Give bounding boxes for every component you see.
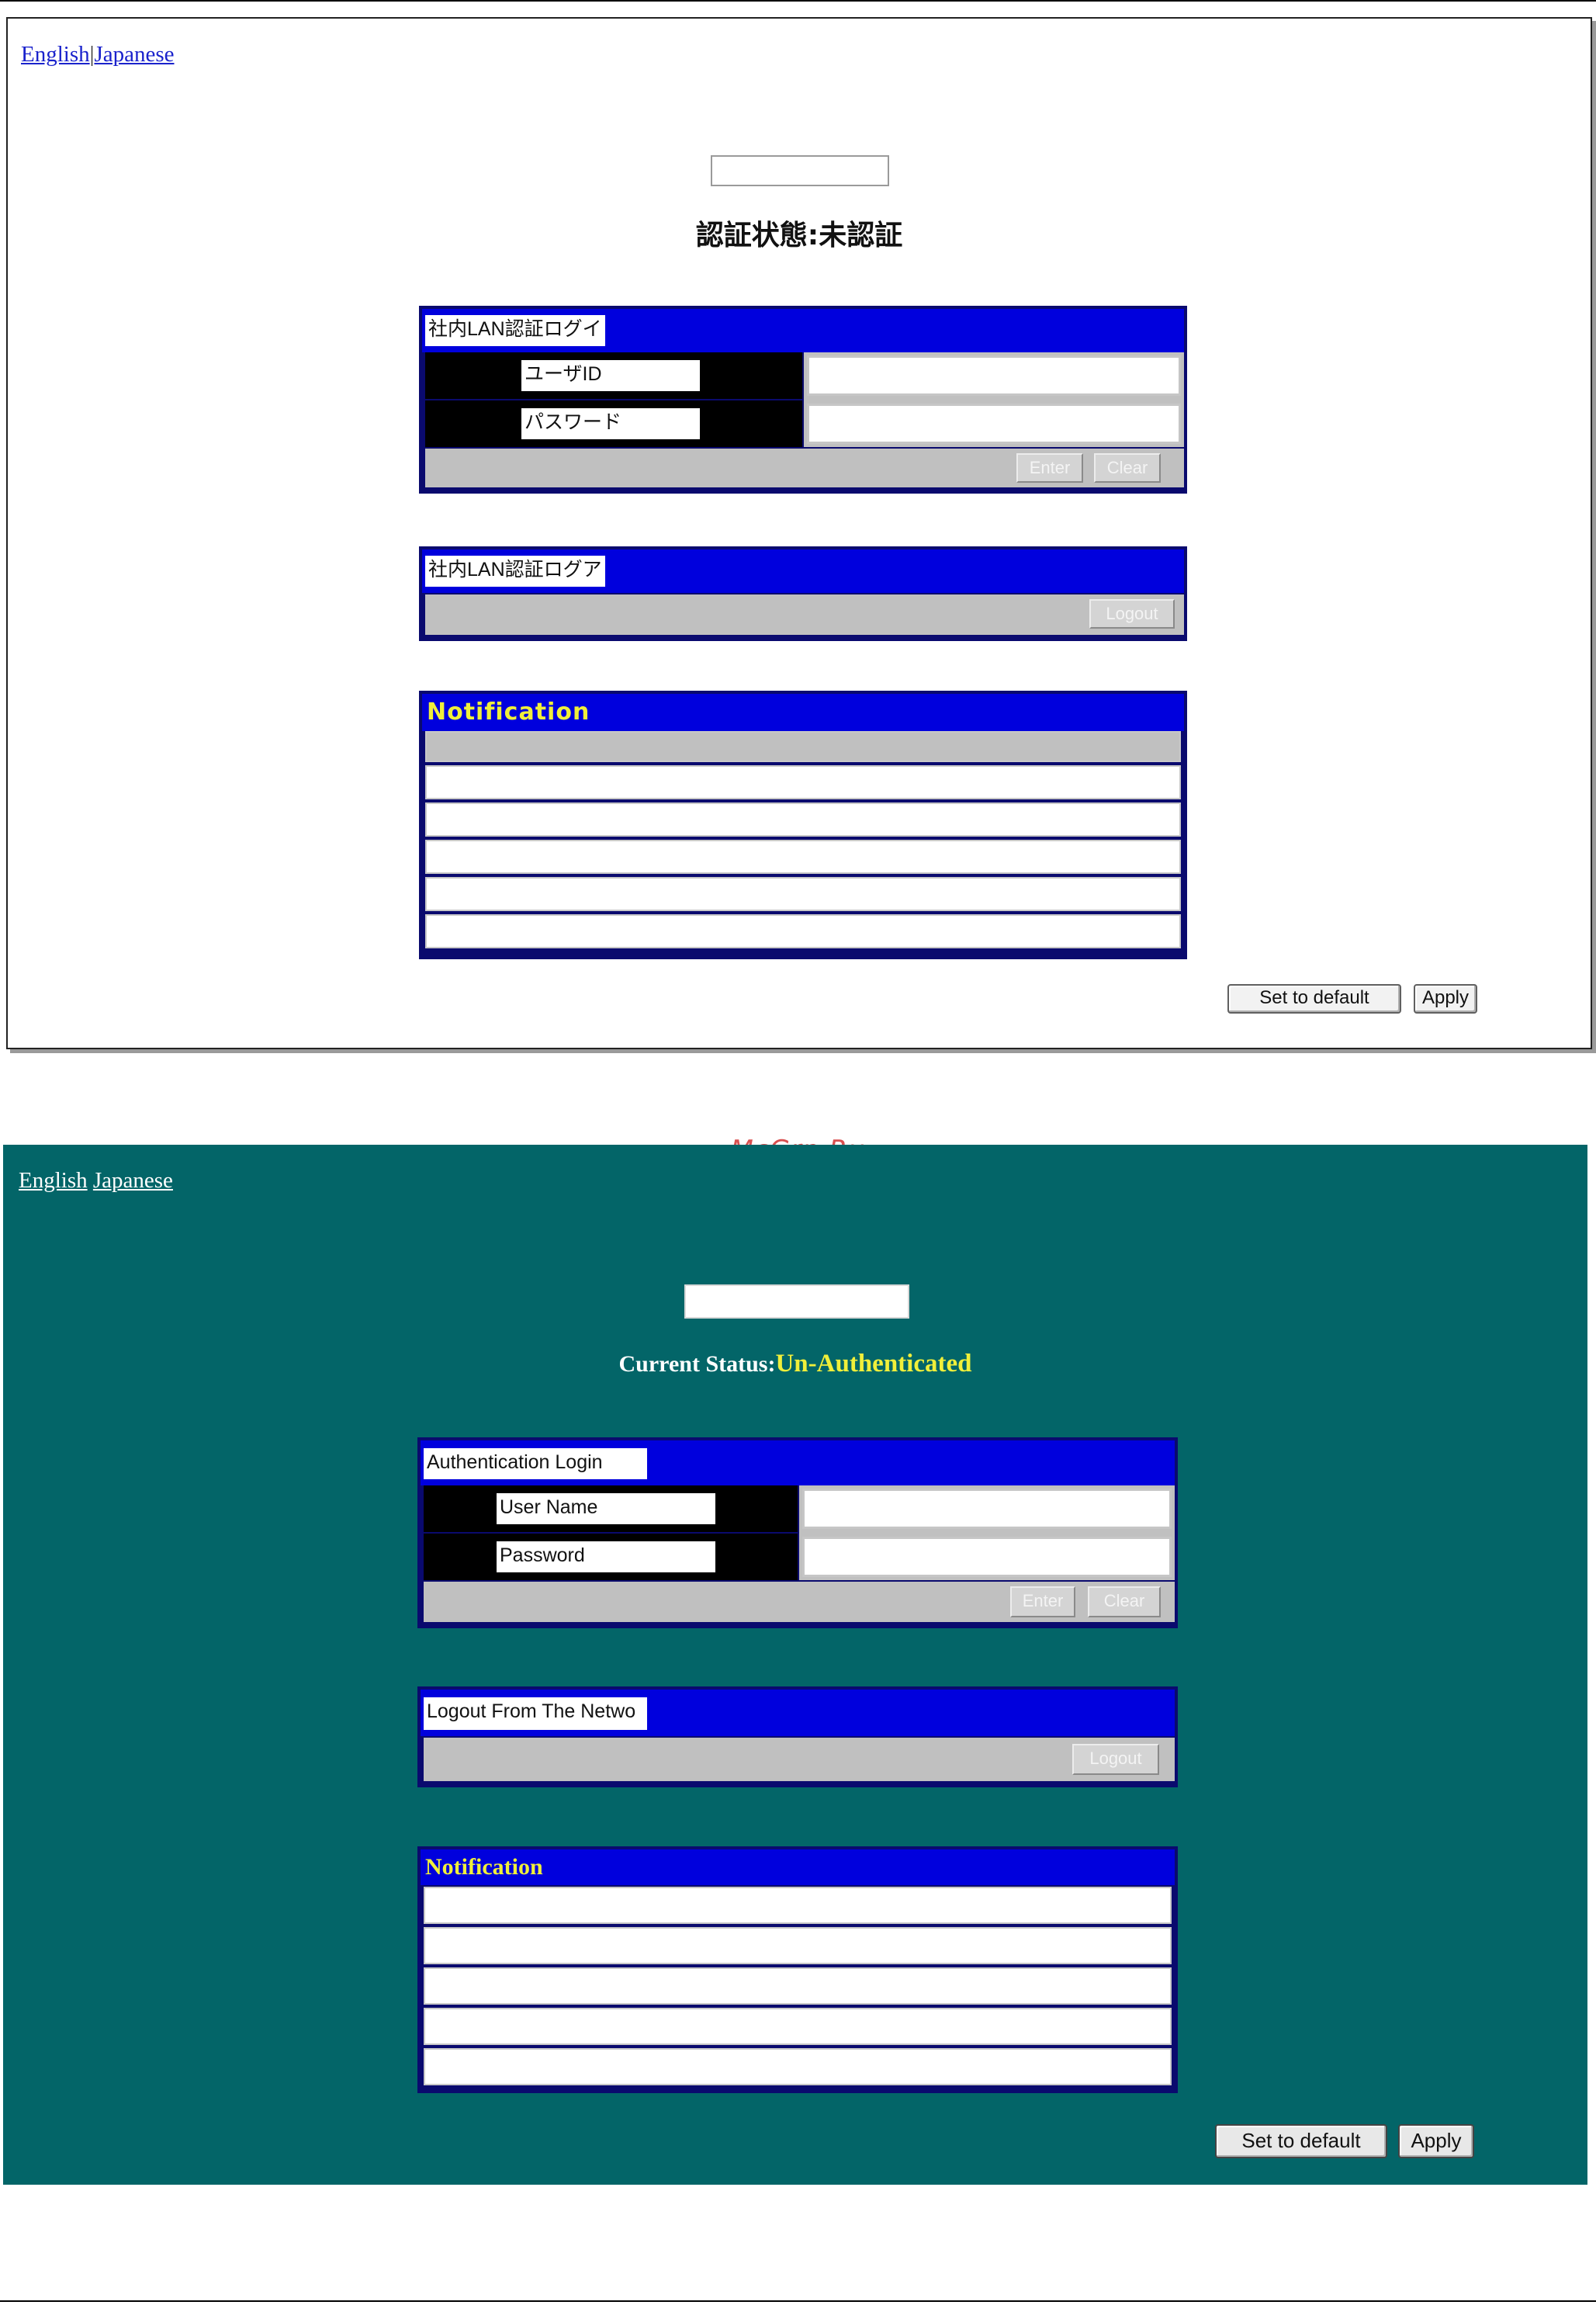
enter-button[interactable]: Enter — [1010, 1586, 1075, 1617]
apply-button[interactable]: Apply — [1414, 984, 1477, 1014]
login-panel: 社内LAN認証ログイ ユーザID パスワード Enter Clear — [419, 306, 1187, 494]
notification-panel: Notification — [417, 1846, 1178, 2093]
english-login-screen: English Japanese Current Status:Un-Authe… — [3, 1145, 1587, 2185]
bottom-rule — [0, 2300, 1596, 2302]
notification-row — [424, 1927, 1172, 1964]
notification-row — [424, 1967, 1172, 2005]
english-link[interactable]: English — [21, 42, 90, 67]
logout-button-bar: Logout — [424, 1738, 1175, 1781]
notification-title: Notification — [422, 694, 1184, 731]
language-links: English Japanese — [19, 1168, 173, 1194]
logout-panel-header: 社内LAN認証ログア — [422, 549, 1184, 593]
set-to-default-button[interactable]: Set to default — [1227, 984, 1401, 1014]
password-label-cell: Password — [424, 1534, 798, 1580]
logout-button-bar: Logout — [425, 594, 1184, 635]
status-text: 認証状態:未認証 — [695, 220, 903, 251]
notification-row — [425, 914, 1181, 948]
clear-button[interactable]: Clear — [1094, 453, 1161, 483]
status-label: Current Status: — [618, 1351, 776, 1377]
japanese-login-screen: English|Japanese 認証状態:未認証 社内LAN認証ログイ ユーザ… — [6, 17, 1592, 1049]
password-label: Password — [497, 1541, 715, 1572]
logout-panel-caption: Logout From The Netwo — [424, 1697, 647, 1730]
logout-panel: 社内LAN認証ログア Logout — [419, 546, 1187, 641]
japanese-link[interactable]: Japanese — [94, 42, 174, 67]
blank-display-field — [684, 1284, 909, 1319]
notification-row — [425, 840, 1181, 874]
user-name-label: User Name — [497, 1493, 715, 1524]
login-panel: Authentication Login User Name Password … — [417, 1437, 1178, 1628]
notification-row — [424, 1887, 1172, 1924]
logout-panel-caption: 社内LAN認証ログア — [425, 556, 605, 587]
user-name-input[interactable] — [802, 1489, 1172, 1529]
top-rule — [0, 0, 1596, 2]
logout-button[interactable]: Logout — [1089, 599, 1175, 629]
login-button-bar: Enter Clear — [425, 449, 1184, 487]
notification-row — [425, 877, 1181, 911]
status-line: Current Status:Un-Authenticated — [3, 1350, 1587, 1378]
login-panel-caption: 社内LAN認証ログイ — [425, 315, 605, 346]
enter-button[interactable]: Enter — [1016, 453, 1083, 483]
logout-button[interactable]: Logout — [1072, 1744, 1159, 1775]
user-label-cell: ユーザID — [425, 352, 802, 399]
status-value: Un-Authenticated — [775, 1350, 972, 1378]
notification-row — [424, 2048, 1172, 2085]
logout-panel-header: Logout From The Netwo — [421, 1690, 1175, 1736]
user-id-input[interactable] — [807, 355, 1181, 396]
set-to-default-button[interactable]: Set to default — [1215, 2124, 1387, 2158]
notification-row — [424, 2008, 1172, 2045]
notification-panel: Notification — [419, 691, 1187, 959]
apply-button[interactable]: Apply — [1398, 2124, 1474, 2158]
notification-row — [425, 765, 1181, 799]
password-label: パスワード — [521, 408, 700, 439]
clear-button[interactable]: Clear — [1088, 1586, 1161, 1617]
user-label-cell: User Name — [424, 1485, 798, 1532]
language-links: English|Japanese — [21, 42, 175, 68]
notification-row — [425, 802, 1181, 837]
logout-panel: Logout From The Netwo Logout — [417, 1686, 1178, 1787]
notification-row — [425, 731, 1181, 762]
password-input[interactable] — [807, 404, 1181, 444]
user-id-label: ユーザID — [521, 360, 700, 391]
password-input[interactable] — [802, 1537, 1172, 1577]
japanese-link[interactable]: Japanese — [93, 1168, 173, 1193]
login-panel-caption: Authentication Login — [424, 1448, 647, 1479]
english-link[interactable]: English — [19, 1168, 88, 1193]
password-label-cell: パスワード — [425, 400, 802, 447]
login-panel-header: 社内LAN認証ログイ — [422, 309, 1184, 352]
notification-title: Notification — [421, 1849, 1175, 1885]
login-panel-header: Authentication Login — [421, 1440, 1175, 1485]
login-button-bar: Enter Clear — [424, 1582, 1175, 1622]
blank-display-field — [711, 155, 889, 186]
